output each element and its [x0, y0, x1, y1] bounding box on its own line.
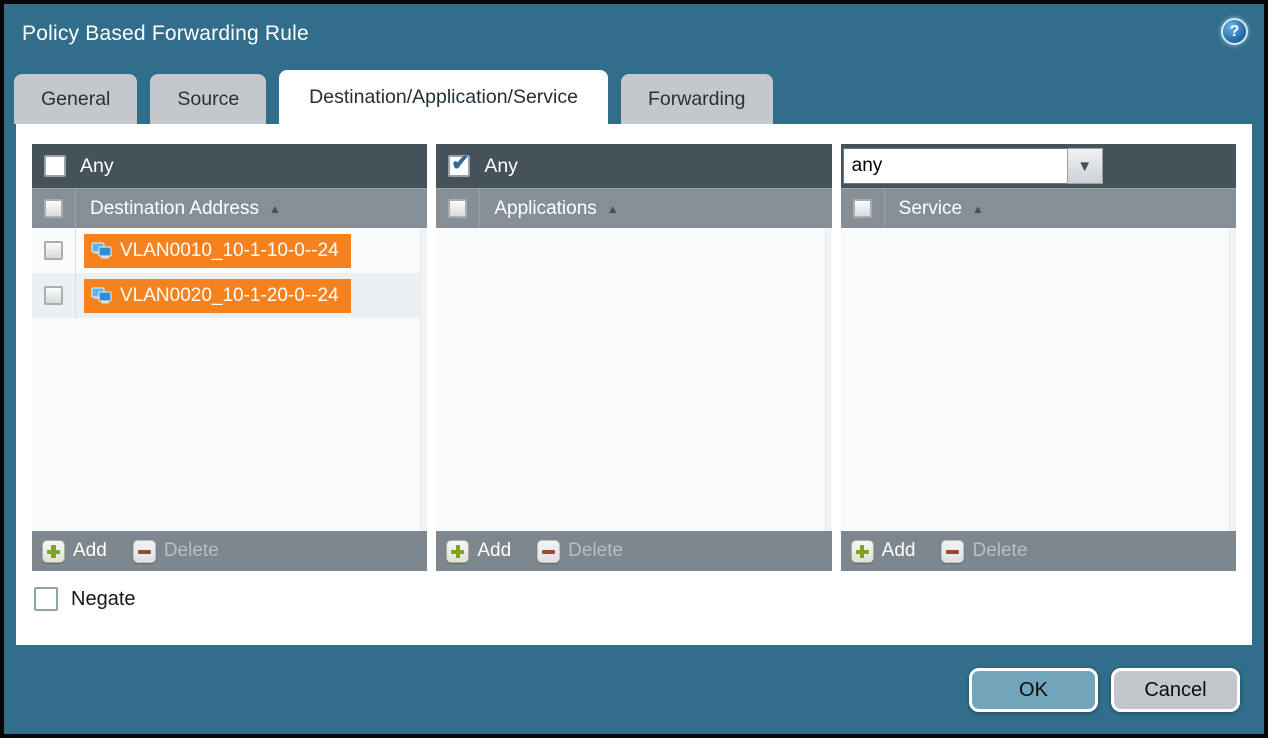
applications-select-all-checkbox[interactable] [448, 199, 467, 218]
dialog-button-row: OK Cancel [969, 668, 1240, 712]
tab-bar: General Source Destination/Application/S… [4, 70, 1264, 124]
scrollbar-track[interactable] [420, 228, 427, 531]
sort-ascending-icon[interactable]: ▲ [972, 203, 984, 215]
add-icon [446, 540, 469, 563]
dialog-titlebar: Policy Based Forwarding Rule ? [4, 4, 1264, 70]
dropdown-button[interactable]: ▼ [1067, 148, 1103, 184]
service-mode-input[interactable] [843, 148, 1067, 184]
tab-destination-application-service[interactable]: Destination/Application/Service [279, 70, 608, 124]
dialog-title: Policy Based Forwarding Rule [22, 22, 309, 46]
address-object-label: VLAN0010_10-1-10-0--24 [120, 240, 339, 262]
cancel-button[interactable]: Cancel [1111, 668, 1240, 712]
address-object-vlan0020[interactable]: VLAN0020_10-1-20-0--24 [84, 279, 351, 313]
destination-list: VLAN0010_10-1-10-0--24 VLAN [32, 228, 427, 531]
negate-checkbox[interactable] [34, 587, 58, 611]
destination-header-label[interactable]: Destination Address [90, 198, 259, 220]
destination-add-button[interactable]: Add [42, 540, 107, 563]
applications-add-button[interactable]: Add [446, 540, 511, 563]
applications-panel: ✔ Any Applications ▲ Add [436, 144, 831, 571]
check-mark-icon: ✔ [451, 152, 469, 174]
sort-ascending-icon[interactable]: ▲ [607, 203, 619, 215]
service-panel: ▼ Service ▲ Add [841, 144, 1236, 571]
destination-delete-button[interactable]: Delete [133, 540, 219, 563]
negate-row: Negate [32, 587, 1236, 611]
applications-column-header: Applications ▲ [436, 188, 831, 228]
destination-select-all-checkbox[interactable] [44, 199, 63, 218]
columns-container: Any Destination Address ▲ [32, 144, 1236, 571]
address-object-icon [91, 242, 112, 260]
destination-column-header: Destination Address ▲ [32, 188, 427, 228]
service-delete-button[interactable]: Delete [941, 540, 1027, 563]
destination-any-label: Any [80, 155, 114, 178]
policy-based-forwarding-dialog: Policy Based Forwarding Rule ? General S… [0, 0, 1268, 738]
tab-general[interactable]: General [14, 74, 137, 124]
delete-icon [537, 540, 560, 563]
table-row: VLAN0010_10-1-10-0--24 [32, 228, 427, 273]
scrollbar-track[interactable] [1229, 228, 1236, 531]
address-object-label: VLAN0020_10-1-20-0--24 [120, 285, 339, 307]
service-header-label[interactable]: Service [899, 198, 962, 220]
applications-header-label[interactable]: Applications [494, 198, 596, 220]
destination-any-checkbox[interactable] [44, 155, 66, 177]
service-select-all-checkbox[interactable] [853, 199, 872, 218]
sort-ascending-icon[interactable]: ▲ [269, 203, 281, 215]
service-mode-dropdown: ▼ [843, 148, 1103, 184]
chevron-down-icon: ▼ [1077, 159, 1092, 174]
tab-forwarding[interactable]: Forwarding [621, 74, 773, 124]
scrollbar-track[interactable] [825, 228, 832, 531]
service-footer: Add Delete [841, 531, 1236, 571]
tab-content-panel: Any Destination Address ▲ [16, 124, 1252, 645]
row-checkbox[interactable] [44, 241, 63, 260]
service-column-header: Service ▲ [841, 188, 1236, 228]
applications-any-bar: ✔ Any [436, 144, 831, 188]
applications-list [436, 228, 831, 531]
destination-any-bar: Any [32, 144, 427, 188]
destination-footer: Add Delete [32, 531, 427, 571]
help-icon[interactable]: ? [1221, 18, 1248, 45]
service-mode-bar: ▼ [841, 144, 1236, 188]
delete-icon [941, 540, 964, 563]
add-icon [42, 540, 65, 563]
table-row: VLAN0020_10-1-20-0--24 [32, 273, 427, 318]
row-checkbox[interactable] [44, 286, 63, 305]
address-object-icon [91, 287, 112, 305]
address-object-vlan0010[interactable]: VLAN0010_10-1-10-0--24 [84, 234, 351, 268]
negate-label: Negate [71, 588, 136, 611]
destination-address-panel: Any Destination Address ▲ [32, 144, 427, 571]
delete-icon [133, 540, 156, 563]
applications-footer: Add Delete [436, 531, 831, 571]
tab-source[interactable]: Source [150, 74, 266, 124]
service-add-button[interactable]: Add [851, 540, 916, 563]
applications-any-label: Any [484, 155, 518, 178]
applications-delete-button[interactable]: Delete [537, 540, 623, 563]
ok-button[interactable]: OK [969, 668, 1098, 712]
service-list [841, 228, 1236, 531]
add-icon [851, 540, 874, 563]
applications-any-checkbox[interactable]: ✔ [448, 155, 470, 177]
